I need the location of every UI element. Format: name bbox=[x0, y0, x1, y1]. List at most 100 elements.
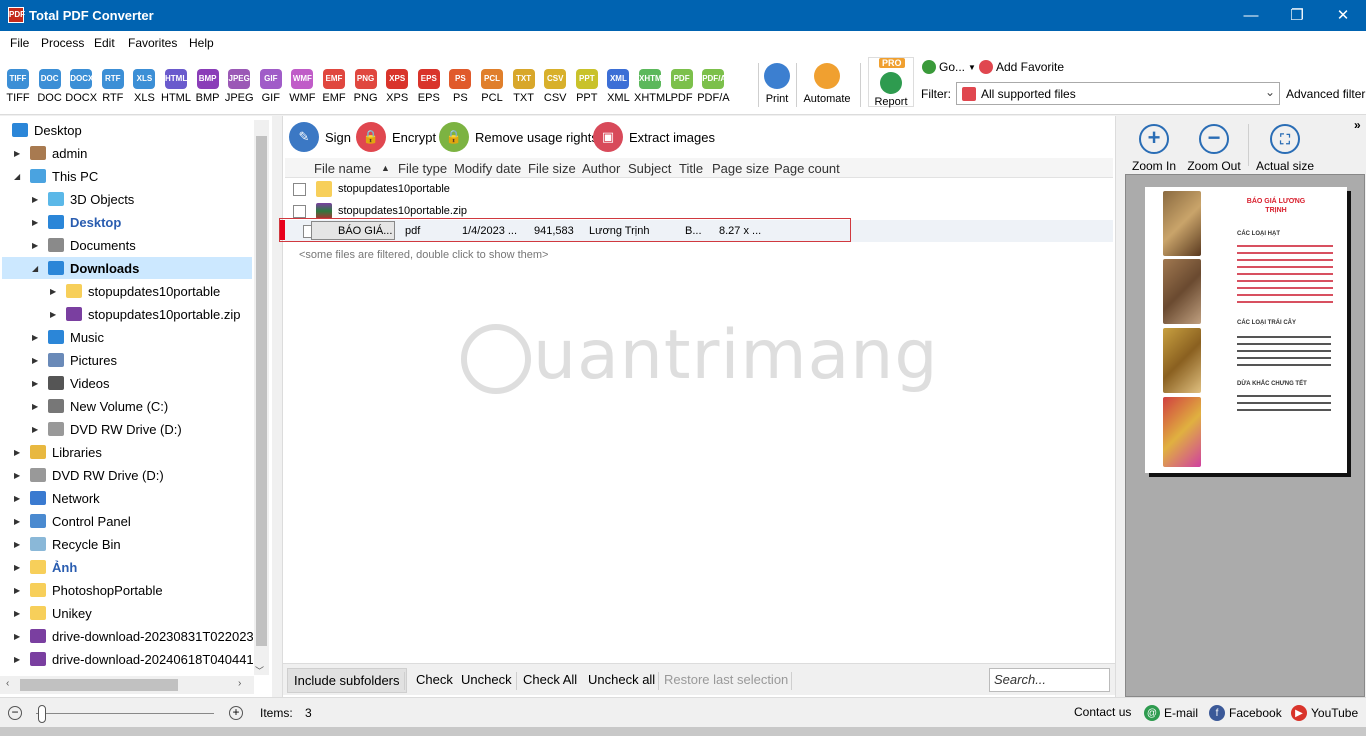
actual-size-button[interactable]: ⛶ Actual size bbox=[1255, 124, 1315, 173]
filtered-files-note[interactable]: <some files are filtered, double click t… bbox=[299, 249, 548, 261]
print-button[interactable]: Print bbox=[762, 63, 792, 105]
expand-arrow-icon[interactable]: ▶ bbox=[14, 655, 24, 664]
tree-item-downloads[interactable]: ◢ Downloads bbox=[2, 257, 252, 279]
expand-arrow-icon[interactable]: ▶ bbox=[32, 195, 42, 204]
format-ps-button[interactable]: PS PS bbox=[444, 69, 476, 104]
tree-item-this-pc[interactable]: ◢ This PC bbox=[14, 165, 98, 187]
expand-arrow-icon[interactable]: ▶ bbox=[14, 609, 24, 618]
tree-item-libraries[interactable]: ▶ Libraries bbox=[14, 441, 102, 463]
include-subfolders-toggle[interactable]: Include subfolders bbox=[287, 668, 407, 693]
tree-item-photoshopportable[interactable]: ▶ PhotoshopPortable bbox=[14, 579, 163, 601]
automate-button[interactable]: Automate bbox=[802, 63, 852, 105]
scrollbar-thumb[interactable] bbox=[256, 136, 267, 646]
format-txt-button[interactable]: TXT TXT bbox=[508, 69, 540, 104]
close-button[interactable]: ✕ bbox=[1320, 0, 1366, 31]
remove-usage-rights-button[interactable]: 🔒 Remove usage rights bbox=[439, 121, 598, 153]
expand-arrow-icon[interactable]: ▶ bbox=[14, 149, 24, 158]
tree-item-nh[interactable]: ▶ Ảnh bbox=[14, 556, 77, 578]
format-eps-button[interactable]: EPS EPS bbox=[413, 69, 445, 104]
menu-file[interactable]: File bbox=[10, 36, 29, 50]
format-wmf-button[interactable]: WMF WMF bbox=[286, 69, 318, 104]
email-link[interactable]: @ E-mail bbox=[1144, 705, 1198, 721]
format-xls-button[interactable]: XLS XLS bbox=[128, 69, 160, 104]
zoom-slider-thumb[interactable] bbox=[38, 705, 46, 723]
format-xps-button[interactable]: XPS XPS bbox=[381, 69, 413, 104]
expand-arrow-icon[interactable]: ▶ bbox=[32, 218, 42, 227]
tree-item-drive-download-20230831t022023z[interactable]: ▶ drive-download-20230831T022023Z bbox=[14, 625, 262, 647]
tree-item-new-volume-c[interactable]: ▶ New Volume (C:) bbox=[32, 395, 168, 417]
format-doc-button[interactable]: DOC DOC bbox=[34, 69, 66, 104]
column-page-size[interactable]: Page size bbox=[712, 161, 769, 176]
menu-help[interactable]: Help bbox=[189, 36, 214, 50]
scrollbar-thumb[interactable] bbox=[20, 679, 178, 691]
expand-arrow-icon[interactable]: ▶ bbox=[32, 333, 42, 342]
format-pdf-button[interactable]: PDF PDF bbox=[666, 69, 698, 104]
add-favorite-button[interactable]: Add Favorite bbox=[979, 60, 1064, 74]
tree-item-3d-objects[interactable]: ▶ 3D Objects bbox=[32, 188, 134, 210]
tree-item-videos[interactable]: ▶ Videos bbox=[32, 372, 110, 394]
expand-arrow-icon[interactable]: ▶ bbox=[14, 540, 24, 549]
expanded-arrow-icon[interactable]: ◢ bbox=[32, 264, 42, 273]
column-file-type[interactable]: File type bbox=[398, 161, 447, 176]
row-checkbox[interactable] bbox=[293, 205, 306, 218]
check-all-button[interactable]: Check All bbox=[523, 672, 577, 687]
expand-arrow-icon[interactable]: ▶ bbox=[14, 494, 24, 503]
expanded-arrow-icon[interactable]: ◢ bbox=[14, 172, 24, 181]
contact-us-link[interactable]: Contact us bbox=[1074, 705, 1131, 719]
facebook-link[interactable]: f Facebook bbox=[1209, 705, 1282, 721]
menu-edit[interactable]: Edit bbox=[94, 36, 115, 50]
check-button[interactable]: Check bbox=[416, 672, 453, 687]
format-ppt-button[interactable]: PPT PPT bbox=[571, 69, 603, 104]
overflow-chevron-icon[interactable]: » bbox=[1354, 118, 1361, 132]
column-page-count[interactable]: Page count bbox=[774, 161, 840, 176]
format-gif-button[interactable]: GIF GIF bbox=[255, 69, 287, 104]
tree-item-control-panel[interactable]: ▶ Control Panel bbox=[14, 510, 131, 532]
menu-process[interactable]: Process bbox=[41, 36, 84, 50]
extract-images-button[interactable]: ▣ Extract images bbox=[593, 121, 715, 153]
expand-arrow-icon[interactable]: ▶ bbox=[14, 448, 24, 457]
column-author[interactable]: Author bbox=[582, 161, 620, 176]
zoom-out-button[interactable]: − Zoom Out bbox=[1185, 124, 1243, 173]
sign-button[interactable]: ✎ Sign bbox=[289, 121, 351, 153]
tree-item-dvd-rw-drive-d[interactable]: ▶ DVD RW Drive (D:) bbox=[32, 418, 182, 440]
encrypt-button[interactable]: 🔒 Encrypt bbox=[356, 121, 436, 153]
format-pcl-button[interactable]: PCL PCL bbox=[476, 69, 508, 104]
expand-arrow-icon[interactable]: ▶ bbox=[14, 632, 24, 641]
search-input[interactable]: Search... bbox=[989, 668, 1110, 692]
tree-item-recycle-bin[interactable]: ▶ Recycle Bin bbox=[14, 533, 121, 555]
format-bmp-button[interactable]: BMP BMP bbox=[192, 69, 224, 104]
tree-item-desktop[interactable]: Desktop bbox=[6, 119, 82, 141]
expand-arrow-icon[interactable]: ▶ bbox=[14, 563, 24, 572]
expand-arrow-icon[interactable]: ▶ bbox=[50, 287, 60, 296]
column-subject[interactable]: Subject bbox=[628, 161, 671, 176]
tree-item-documents[interactable]: ▶ Documents bbox=[32, 234, 136, 256]
expand-arrow-icon[interactable]: ▶ bbox=[50, 310, 60, 319]
row-checkbox[interactable] bbox=[293, 183, 306, 196]
tree-item-unikey[interactable]: ▶ Unikey bbox=[14, 602, 92, 624]
column-modify-date[interactable]: Modify date bbox=[454, 161, 521, 176]
format-tiff-button[interactable]: TIFF TIFF bbox=[2, 69, 34, 104]
filter-select[interactable]: All supported files ⌄ bbox=[956, 82, 1280, 105]
expand-arrow-icon[interactable]: ▶ bbox=[32, 356, 42, 365]
format-xhtml-button[interactable]: XHTML XHTML bbox=[634, 69, 671, 104]
zoom-in-small-icon[interactable]: + bbox=[229, 706, 243, 720]
format-csv-button[interactable]: CSV CSV bbox=[539, 69, 571, 104]
format-html-button[interactable]: HTML HTML bbox=[160, 69, 192, 104]
zoom-in-button[interactable]: + Zoom In bbox=[1130, 124, 1178, 173]
table-row[interactable]: stopupdates10portable bbox=[285, 178, 1113, 200]
expand-arrow-icon[interactable]: ▶ bbox=[14, 517, 24, 526]
expand-arrow-icon[interactable]: ▶ bbox=[14, 471, 24, 480]
tree-item-network[interactable]: ▶ Network bbox=[14, 487, 100, 509]
maximize-button[interactable]: ❐ bbox=[1274, 0, 1320, 31]
zoom-out-small-icon[interactable]: − bbox=[8, 706, 22, 720]
go-button[interactable]: Go... ▼ bbox=[922, 60, 976, 74]
tree-item-music[interactable]: ▶ Music bbox=[32, 326, 104, 348]
format-xml-button[interactable]: XML XML bbox=[602, 69, 634, 104]
column-file-name[interactable]: File name bbox=[314, 161, 371, 176]
format-rtf-button[interactable]: RTF RTF bbox=[97, 69, 129, 104]
column-file-size[interactable]: File size bbox=[528, 161, 576, 176]
tree-vertical-scrollbar[interactable] bbox=[254, 120, 269, 675]
tree-item-stopupdates10portable[interactable]: ▶ stopupdates10portable bbox=[50, 280, 220, 302]
expand-arrow-icon[interactable]: ▶ bbox=[32, 379, 42, 388]
minimize-button[interactable]: — bbox=[1228, 0, 1274, 31]
